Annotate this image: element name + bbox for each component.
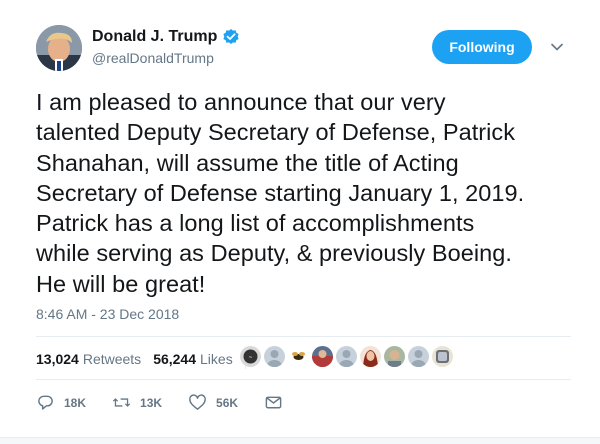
tweet-text-line: He will be great!: [36, 270, 206, 297]
likes-label[interactable]: Likes: [200, 351, 233, 367]
tweet-text-line: Patrick has a long list of accomplishmen…: [36, 210, 475, 237]
like-heart-icon: [189, 394, 206, 410]
retweets-count[interactable]: 13,024: [36, 351, 79, 367]
tweet-actions: 18K 13K 56K: [36, 393, 318, 412]
tweet-text-line: I am pleased to announce that our very: [36, 89, 446, 115]
liker-avatar[interactable]: ~: [240, 346, 261, 367]
liker-avatars: ~: [240, 346, 453, 367]
liker-avatar[interactable]: [360, 346, 381, 367]
liker-avatar[interactable]: [312, 346, 333, 367]
tweet-card: Donald J. Trump @realDonaldTrump Followi…: [0, 0, 600, 444]
author-handle[interactable]: @realDonaldTrump: [92, 50, 214, 66]
bottom-bar: [0, 437, 600, 444]
tweet-text-line: while serving as Deputy, & previously Bo…: [36, 240, 512, 267]
author-avatar[interactable]: [36, 25, 82, 71]
liker-avatar[interactable]: [408, 346, 429, 367]
liker-avatar[interactable]: [288, 346, 309, 367]
liker-avatar[interactable]: [384, 346, 405, 367]
tweet-text-line: talented Deputy Secretary of Defense, Pa…: [36, 119, 516, 146]
svg-text:~: ~: [248, 355, 252, 361]
tweet-timestamp[interactable]: 8:46 AM - 23 Dec 2018: [36, 306, 179, 322]
tweet-text-line: Shanahan, will assume the title of Actin…: [36, 149, 459, 176]
liker-avatar[interactable]: [264, 346, 285, 367]
author-display-name[interactable]: Donald J. Trump: [92, 28, 217, 46]
direct-message-icon: [265, 396, 282, 409]
like-action[interactable]: 56K: [188, 393, 238, 412]
retweet-action[interactable]: 13K: [112, 393, 162, 412]
like-count: 56K: [216, 395, 239, 410]
liker-avatar[interactable]: [336, 346, 357, 367]
tweet-text-line: Secretary of Defense starting January 1,…: [36, 179, 525, 206]
likes-count[interactable]: 56,244: [153, 351, 196, 367]
reply-action[interactable]: 18K: [36, 393, 86, 412]
retweet-count: 13K: [140, 395, 163, 410]
verified-badge-icon: [222, 28, 240, 46]
liker-avatar[interactable]: [432, 346, 453, 367]
reply-count: 18K: [64, 395, 87, 410]
tweet-stats: 13,024 Retweets 56,244 Likes: [36, 349, 256, 369]
tweet-text: I am pleased to announce that our very t…: [36, 87, 581, 299]
direct-message-action[interactable]: [264, 393, 292, 412]
chevron-down-icon[interactable]: [550, 40, 564, 54]
retweet-icon: [112, 398, 131, 407]
following-button[interactable]: Following: [432, 30, 532, 64]
author-name-row: Donald J. Trump: [92, 28, 240, 46]
divider: [36, 379, 571, 380]
retweets-label[interactable]: Retweets: [83, 351, 141, 367]
reply-icon: [38, 395, 53, 410]
divider: [36, 336, 571, 337]
